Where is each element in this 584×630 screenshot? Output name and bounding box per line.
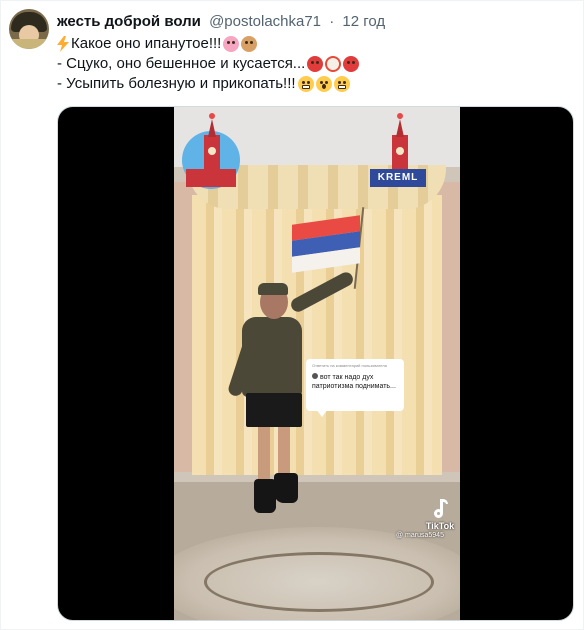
person-skirt	[246, 393, 302, 427]
rage-emoji	[307, 56, 324, 72]
person-cap	[258, 283, 288, 295]
tiktok-brand: TikTok	[425, 521, 455, 531]
tiktok-comment-bubble: Ответить на комментарий пользователя вот…	[306, 359, 404, 411]
kremlin-clock	[396, 147, 404, 155]
display-name[interactable]: жесть доброй воли	[57, 13, 201, 30]
lightning-icon	[57, 36, 69, 52]
comment-header: Ответить на комментарий пользователя	[312, 363, 387, 368]
tweet-text: Какое оно ипанутое!!! - Сцуко, оно бешен…	[57, 34, 577, 94]
kremlin-star	[397, 113, 403, 119]
video-frame[interactable]: KREML Ответить на комментарий пользовате…	[174, 107, 460, 620]
avatar-band	[9, 39, 49, 49]
tweet-card[interactable]: жесть доброй воли @postolachka71 · 12 го…	[0, 0, 584, 630]
grimace-emoji	[297, 76, 314, 92]
rage-emoji	[343, 56, 360, 72]
person-boot	[274, 473, 298, 503]
rug-pattern	[204, 552, 434, 612]
tweet-line-3: - Усыпить болезную и прикопать!!!	[57, 74, 577, 94]
header-separator: ·	[329, 13, 335, 30]
tiktok-watermark: TikTok	[420, 499, 460, 531]
avatar[interactable]	[9, 9, 49, 49]
kremlin-clock	[208, 147, 216, 155]
comment-text: вот так надо дух патриотизма поднимать..…	[312, 374, 396, 390]
kremlin-sticker-left	[182, 113, 242, 195]
scream-emoji	[315, 76, 332, 92]
kremlin-tower	[204, 135, 220, 185]
grimace-emoji	[333, 76, 350, 92]
person-jacket	[242, 317, 302, 397]
kremlin-star	[209, 113, 215, 119]
tweet-timestamp[interactable]: 12 год	[342, 13, 385, 30]
kremlin-spire	[396, 119, 404, 137]
video-player[interactable]: KREML Ответить на комментарий пользовате…	[57, 106, 574, 621]
person-leg	[258, 427, 270, 485]
tiktok-logo-icon	[432, 499, 448, 519]
tweet-line-text: - Усыпить болезную и прикопать!!!	[57, 75, 296, 92]
comment-avatar-icon	[312, 373, 318, 379]
dog-face-emoji	[241, 36, 258, 52]
tweet-line-1: Какое оно ипанутое!!!	[57, 34, 577, 54]
tweet-header: жесть доброй воли @postolachka71 · 12 го…	[57, 12, 385, 32]
tweet-line-2: - Сцуко, оно бешенное и кусается...	[57, 54, 577, 74]
kremlin-sticker-right: KREML	[370, 113, 430, 195]
comment-bubble-tail	[316, 409, 328, 417]
tiktok-username: @ marusa5945	[396, 532, 444, 539]
user-handle[interactable]: @postolachka71	[209, 13, 321, 30]
pig-face-emoji	[223, 36, 240, 52]
comment-body: вот так надо дух патриотизма поднимать..…	[312, 373, 398, 391]
clown-emoji	[325, 56, 342, 72]
tweet-line-text: - Сцуко, оно бешенное и кусается...	[57, 55, 306, 72]
flag	[292, 215, 360, 273]
kremlin-badge: KREML	[370, 169, 426, 187]
person-boot	[254, 479, 276, 513]
tweet-line-text: Какое оно ипанутое!!!	[71, 35, 222, 52]
kremlin-spire	[208, 119, 216, 137]
